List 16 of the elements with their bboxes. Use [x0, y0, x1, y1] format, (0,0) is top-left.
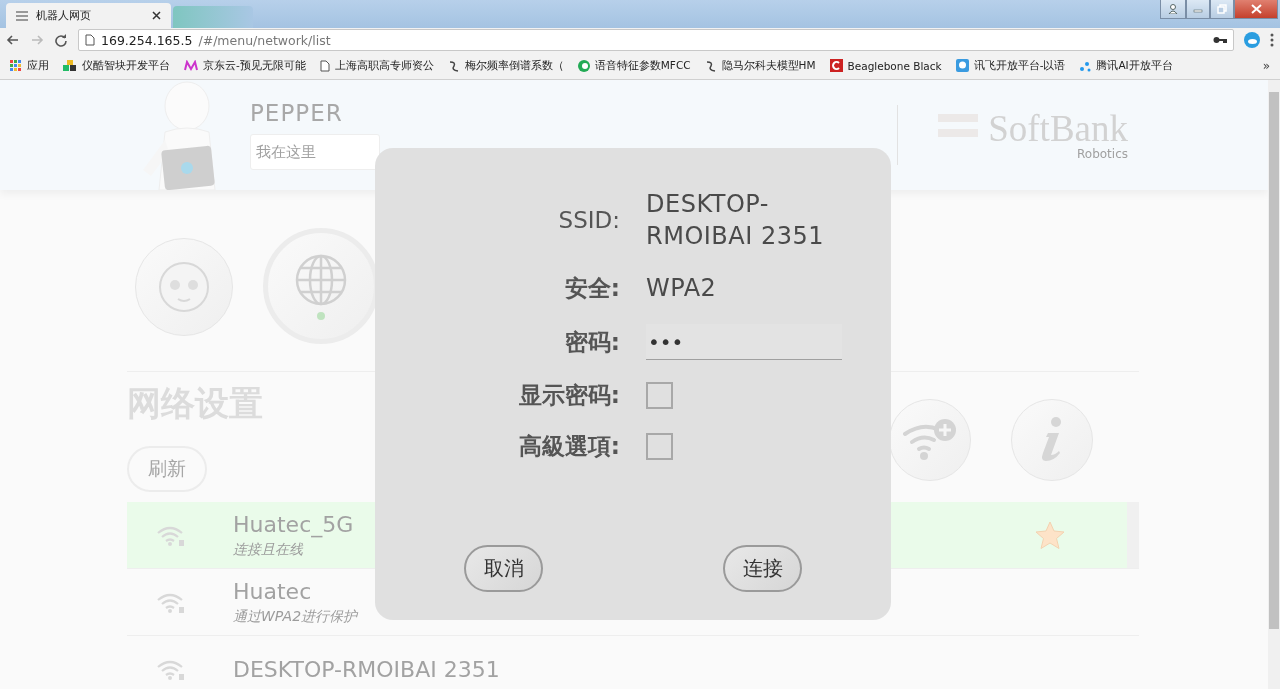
field-label: 安全:: [564, 273, 620, 303]
field-label: 密码:: [564, 327, 620, 357]
url-host: 169.254.165.5: [101, 32, 193, 48]
network-name: DESKTOP-RMOIBAI 2351: [233, 656, 501, 682]
field-value: DESKTOP-RMOIBAI 2351: [646, 189, 826, 252]
network-name: Huatec_5G: [233, 511, 355, 537]
field-label: 显示密码:: [518, 381, 620, 410]
robot-name: PEPPER: [250, 100, 344, 126]
network-status: 通过WPA2进行保护: [233, 607, 359, 626]
network-name: Huatec: [233, 578, 313, 604]
brand-subtitle: Robotics: [1077, 146, 1128, 161]
url-path: /#/menu/network/list: [198, 32, 332, 48]
field-value: WPA2: [646, 273, 718, 304]
field-label: 高級選項:: [518, 432, 620, 461]
field-label: SSID:: [558, 207, 620, 233]
network-status: 连接且在线: [233, 540, 304, 559]
